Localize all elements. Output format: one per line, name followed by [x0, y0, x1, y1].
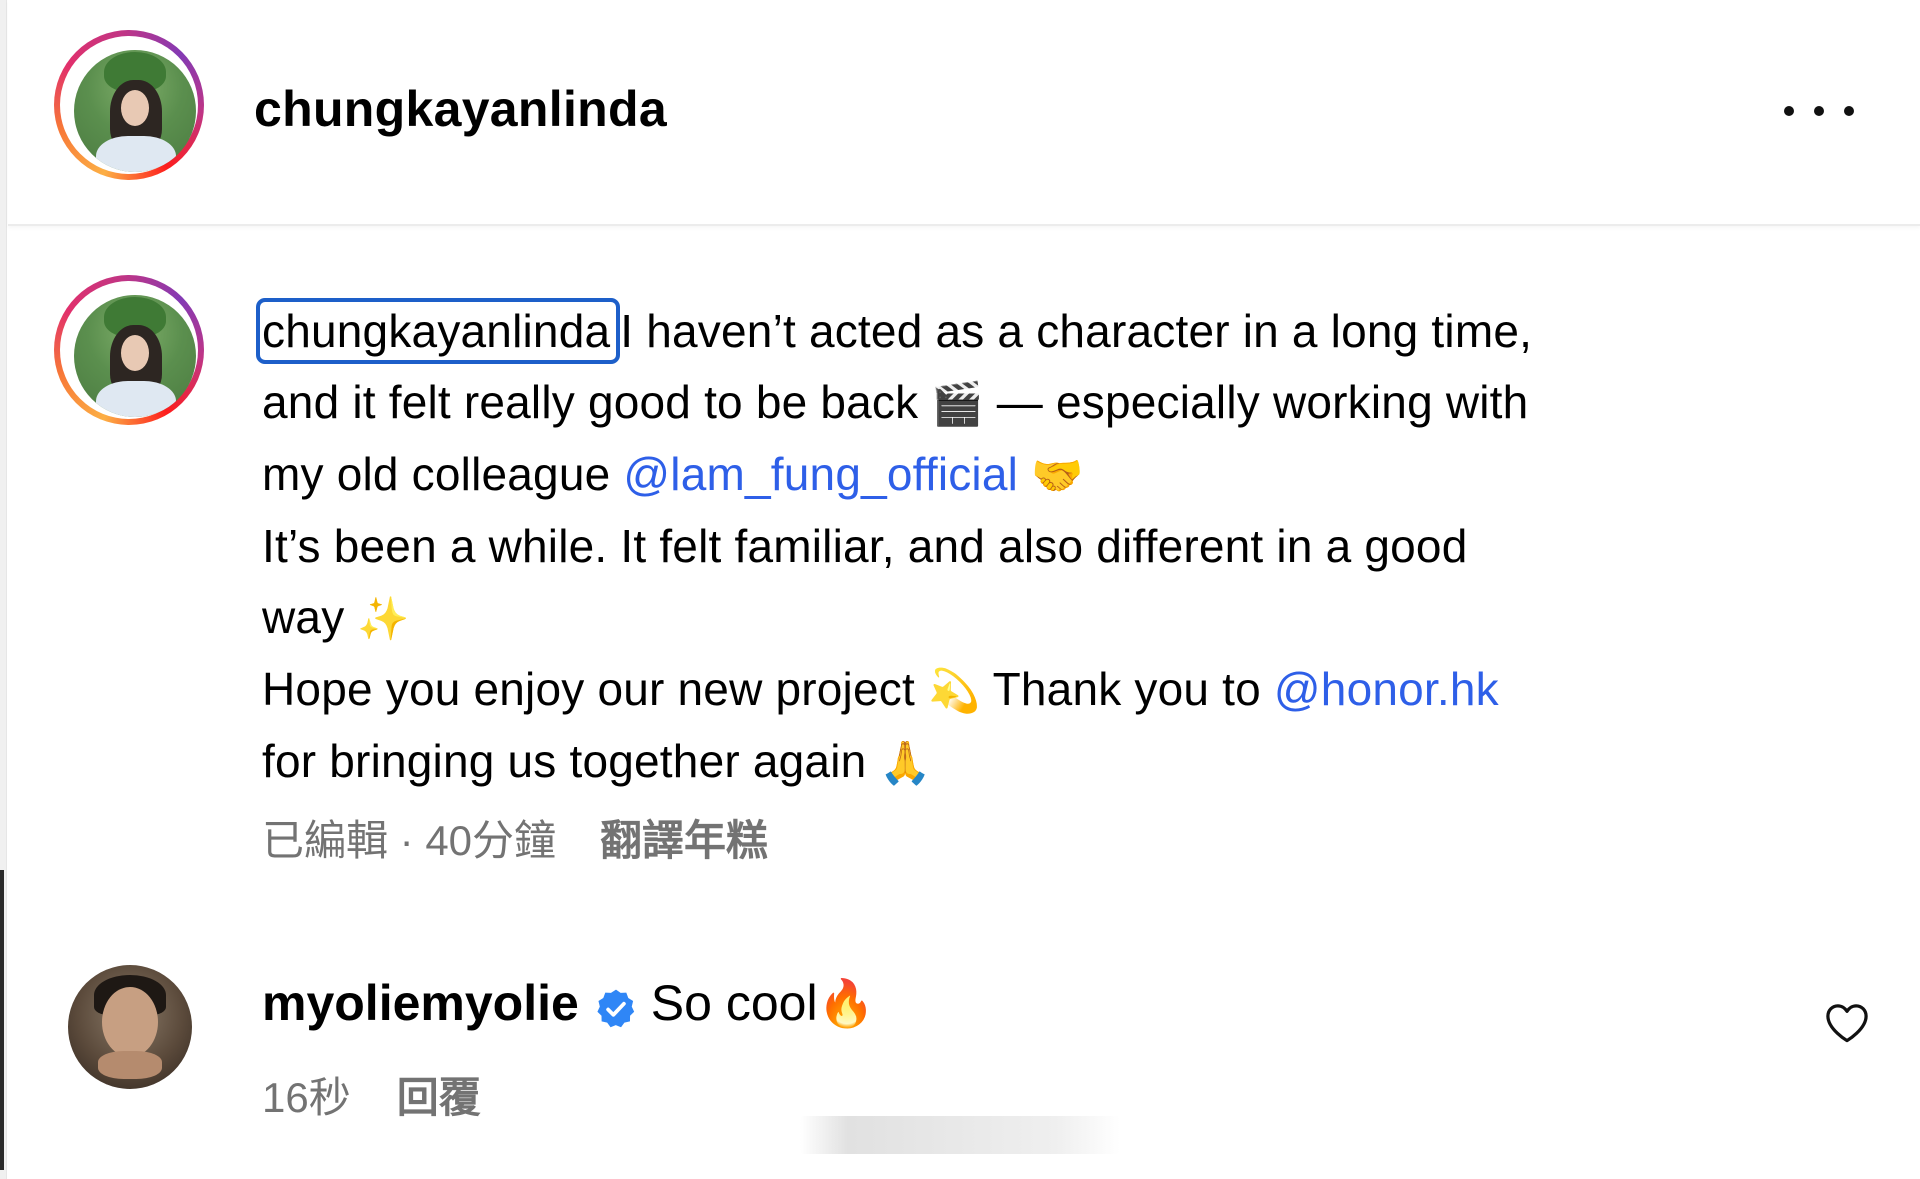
comment: myoliemyolie So cool 🔥 — [262, 972, 875, 1034]
caption-text: for bringing us together again — [262, 735, 880, 787]
watermark-smudge — [800, 1116, 1120, 1154]
caption-username[interactable]: chungkayanlinda — [256, 298, 621, 364]
caption-text: Hope you enjoy our new project — [262, 663, 928, 715]
caption-line-2: and it felt really good to be back 🎬 — e… — [262, 367, 1822, 439]
caption-text: Thank you to — [980, 663, 1274, 715]
dizzy-emoji: 💫 — [927, 667, 981, 714]
post-header: chungkayanlinda — [8, 0, 1920, 226]
clapper-board-emoji: 🎬 — [931, 380, 984, 427]
caption-line-4: It’s been a while. It felt familiar, and… — [262, 511, 1822, 582]
comment-timestamp: 16秒 — [262, 1074, 351, 1121]
sparkles-emoji: ✨ — [357, 595, 410, 642]
caption-text: It’s been a while. It felt familiar, and… — [262, 520, 1468, 572]
handshake-emoji: 🤝 — [1031, 452, 1084, 499]
reply-button[interactable]: 回覆 — [397, 1074, 481, 1121]
caption-text: — especially working with — [983, 376, 1529, 428]
caption-text: my old colleague — [262, 448, 624, 500]
more-horizontal-icon — [1784, 106, 1854, 116]
post-meta: 已編輯 · 40分鐘 翻譯年糕 — [262, 815, 768, 867]
caption-author-avatar[interactable] — [54, 275, 204, 425]
caption-line-7: for bringing us together again 🙏 — [262, 726, 1822, 798]
comment-author-avatar[interactable] — [68, 965, 192, 1089]
translate-button[interactable]: 翻譯年糕 — [600, 817, 768, 864]
caption-text: I haven’t acted as a character in a long… — [620, 305, 1533, 357]
window-edge — [0, 0, 7, 1179]
caption-line-1: chungkayanlinda I haven’t acted as a char… — [256, 296, 1822, 367]
avatar-photo — [74, 295, 196, 417]
heart-outline-icon — [1824, 1004, 1870, 1048]
post-author-avatar[interactable] — [54, 30, 204, 180]
like-comment-button[interactable] — [1824, 1002, 1870, 1044]
mention-link[interactable]: @lam_fung_official — [623, 448, 1018, 500]
edited-timestamp: 已編輯 · 40分鐘 — [262, 817, 557, 864]
comment-meta: 16秒 回覆 — [262, 1072, 481, 1124]
avatar-photo — [74, 50, 196, 172]
post-author-username[interactable]: chungkayanlinda — [254, 80, 667, 138]
caption-text: way — [262, 591, 358, 643]
verified-badge-icon — [595, 982, 637, 1028]
comment-username[interactable]: myoliemyolie — [262, 972, 579, 1034]
caption-line-5: way ✨ — [262, 582, 1822, 654]
more-options-button[interactable] — [1784, 92, 1854, 130]
caption-line-6: Hope you enjoy our new project 💫 Thank y… — [262, 654, 1822, 726]
mention-link[interactable]: @honor.hk — [1274, 663, 1499, 715]
comment-text: So cool — [650, 975, 818, 1031]
caption-text: and it felt really good to be back — [262, 376, 932, 428]
window-edge-mark — [0, 870, 4, 1170]
fire-emoji: 🔥 — [817, 977, 875, 1029]
post-caption: chungkayanlinda I haven’t acted as a char… — [256, 296, 1822, 798]
folded-hands-emoji: 🙏 — [879, 739, 932, 786]
caption-line-3: my old colleague @lam_fung_official 🤝 — [262, 439, 1822, 511]
